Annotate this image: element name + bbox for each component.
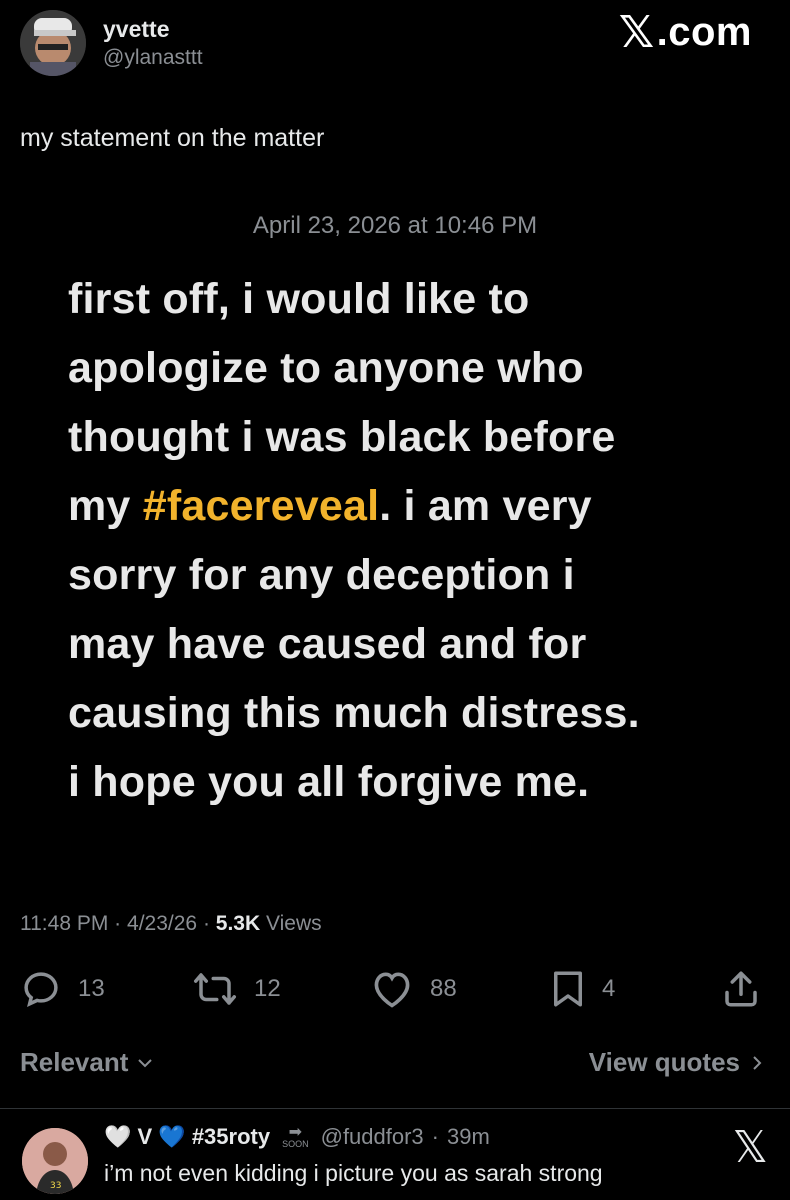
bookmark-count: 4 bbox=[602, 975, 616, 1002]
meta-separator: · bbox=[114, 912, 122, 935]
author-avatar[interactable] bbox=[20, 10, 86, 76]
reply-time[interactable]: 39m bbox=[447, 1124, 490, 1150]
soon-label: SOON bbox=[282, 1138, 309, 1149]
statement-line: causing this much distress. bbox=[68, 689, 640, 737]
reply-text: i’m not even kidding i picture you as sa… bbox=[104, 1160, 603, 1186]
reply-author-avatar[interactable]: 33 bbox=[22, 1128, 88, 1194]
tweet-meta: 11:48 PM · 4/23/26 · 5.3K Views bbox=[20, 912, 322, 936]
statement-line: apologize to anyone who bbox=[68, 344, 584, 392]
repost-count: 12 bbox=[254, 975, 281, 1002]
x-brand-logo: 𝕏 .com bbox=[619, 10, 752, 55]
repost-icon bbox=[194, 973, 236, 1005]
like-count: 88 bbox=[430, 975, 457, 1002]
svg-text:33: 33 bbox=[50, 1181, 61, 1191]
statement-image-text: first off, i would like to apologize to … bbox=[68, 265, 768, 817]
statement-timestamp: April 23, 2026 at 10:46 PM bbox=[252, 212, 538, 239]
statement-line: my #facereveal. i am very bbox=[68, 472, 768, 541]
statement-line: may have caused and for bbox=[68, 620, 587, 668]
sort-label: Relevant bbox=[20, 1047, 129, 1077]
bookmark-icon bbox=[554, 971, 582, 1007]
hashtag-link: #facereveal bbox=[142, 482, 380, 530]
x-logo-icon: 𝕏 bbox=[618, 6, 655, 58]
view-quotes-label: View quotes bbox=[588, 1047, 740, 1077]
repost-button[interactable]: 12 bbox=[192, 968, 281, 1010]
meta-separator: · bbox=[431, 1124, 439, 1149]
statement-segment: . i am very bbox=[379, 482, 592, 530]
chevron-right-icon bbox=[753, 1055, 762, 1070]
reply-name-tag: #35roty bbox=[191, 1124, 271, 1149]
views-count: 5.3K bbox=[215, 912, 261, 935]
like-button[interactable]: 88 bbox=[370, 968, 457, 1010]
views-label: Views bbox=[265, 912, 322, 935]
view-quotes-link[interactable]: View quotes bbox=[589, 1047, 764, 1078]
author-display-name[interactable]: yvette bbox=[103, 16, 169, 43]
statement-segment: my bbox=[68, 482, 143, 530]
soon-badge: ➡ SOON bbox=[282, 1123, 309, 1149]
statement-line: i hope you all forgive me. bbox=[68, 758, 590, 806]
sort-relevant-dropdown[interactable]: Relevant bbox=[20, 1047, 154, 1078]
share-button[interactable] bbox=[720, 968, 762, 1010]
bookmark-button[interactable]: 4 bbox=[550, 968, 615, 1010]
reply-icon bbox=[24, 972, 58, 1008]
statement-line: sorry for any deception i bbox=[68, 551, 575, 599]
reply-count: 13 bbox=[78, 975, 105, 1002]
brand-domain: .com bbox=[656, 10, 752, 54]
reply-author-name[interactable]: 🤍 V 💙 #35roty bbox=[104, 1124, 270, 1150]
x-logo-icon: 𝕏 bbox=[732, 1122, 768, 1173]
heart-icon bbox=[374, 972, 410, 1008]
reply-author-handle[interactable]: @fuddfor3 bbox=[321, 1124, 424, 1150]
reply-button[interactable]: 13 bbox=[20, 968, 105, 1010]
divider bbox=[0, 1108, 790, 1109]
tweet-time[interactable]: 11:48 PM bbox=[20, 912, 108, 935]
reply-header: 🤍 V 💙 #35roty ➡ SOON @fuddfor3 · 39m bbox=[104, 1124, 490, 1150]
tweet-text: my statement on the matter bbox=[20, 124, 325, 152]
tweet-date[interactable]: 4/23/26 bbox=[127, 912, 197, 935]
statement-line: first off, i would like to bbox=[68, 275, 530, 323]
statement-line: thought i was black before bbox=[68, 413, 616, 461]
share-icon bbox=[725, 971, 757, 1007]
arrow-right-icon: ➡ bbox=[288, 1123, 303, 1141]
author-handle[interactable]: @ylanasttt bbox=[103, 46, 203, 70]
reply-name-prefix: 🤍 V 💙 bbox=[104, 1124, 186, 1149]
chevron-down-icon bbox=[138, 1058, 153, 1067]
meta-separator: · bbox=[202, 912, 210, 935]
